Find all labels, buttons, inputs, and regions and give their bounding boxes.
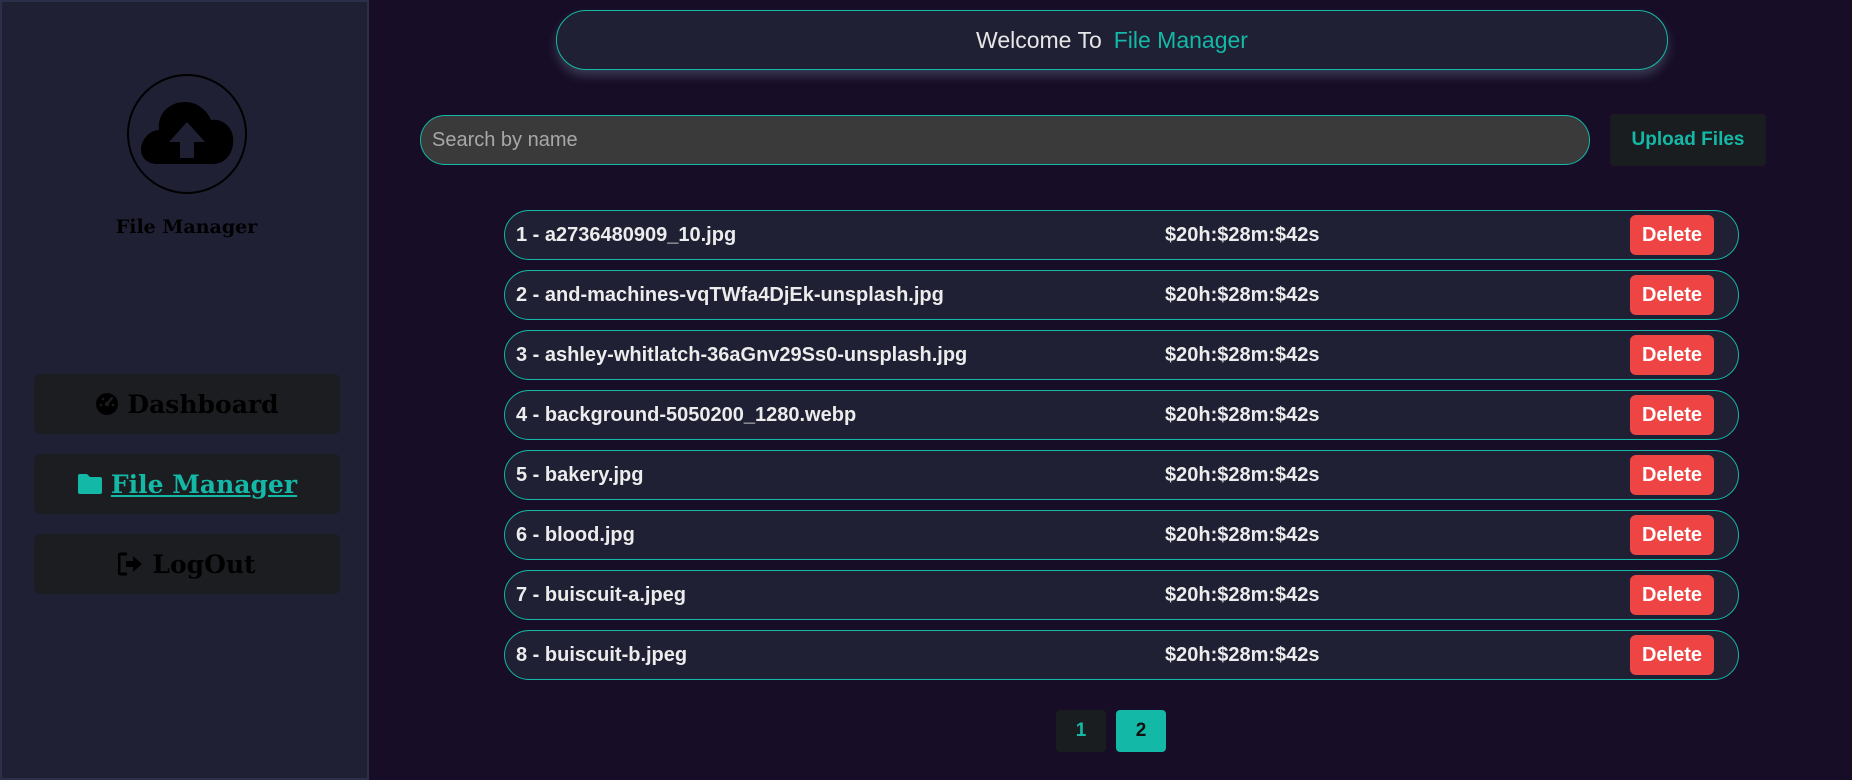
delete-button[interactable]: Delete — [1630, 635, 1714, 675]
logo — [127, 74, 247, 194]
file-name: 5 - bakery.jpg — [516, 464, 644, 486]
header-prefix: Welcome To — [976, 26, 1102, 53]
list-item: 4 - background-5050200_1280.webp $20h:$2… — [504, 390, 1739, 440]
file-name: 7 - buiscuit-a.jpeg — [516, 584, 687, 606]
list-item: 7 - buiscuit-a.jpeg $20h:$28m:$42s Delet… — [504, 570, 1739, 620]
file-time: $20h:$28m:$42s — [1165, 284, 1320, 306]
page-button-2[interactable]: 2 — [1116, 710, 1166, 752]
file-time: $20h:$28m:$42s — [1165, 404, 1320, 426]
file-name: 3 - ashley-whitlatch-36aGnv29Ss0-unsplas… — [516, 344, 968, 366]
file-time: $20h:$28m:$42s — [1165, 464, 1320, 486]
delete-button[interactable]: Delete — [1630, 515, 1714, 555]
file-name: 2 - and-machines-vqTWfa4DjEk-unsplash.jp… — [516, 284, 944, 306]
folder-icon — [77, 473, 103, 495]
sidebar: File Manager Dashboard File Manager LogO… — [0, 0, 369, 780]
upload-files-button[interactable]: Upload Files — [1610, 114, 1766, 166]
sidebar-item-file-manager[interactable]: File Manager — [34, 454, 340, 514]
delete-button[interactable]: Delete — [1630, 455, 1714, 495]
delete-button[interactable]: Delete — [1630, 395, 1714, 435]
list-item: 2 - and-machines-vqTWfa4DjEk-unsplash.jp… — [504, 270, 1739, 320]
list-item: 3 - ashley-whitlatch-36aGnv29Ss0-unsplas… — [504, 330, 1739, 380]
page-button-1[interactable]: 1 — [1056, 710, 1106, 752]
delete-button[interactable]: Delete — [1630, 215, 1714, 255]
sidebar-item-dashboard[interactable]: Dashboard — [34, 374, 340, 434]
logo-title: File Manager — [115, 216, 258, 238]
delete-button[interactable]: Delete — [1630, 275, 1714, 315]
file-time: $20h:$28m:$42s — [1165, 524, 1320, 546]
file-name: 4 - background-5050200_1280.webp — [516, 404, 857, 426]
sidebar-item-label: LogOut — [152, 549, 256, 579]
app-root: File Manager Dashboard File Manager LogO… — [0, 0, 1852, 780]
welcome-header: Welcome To File Manager — [556, 10, 1668, 70]
delete-button[interactable]: Delete — [1630, 575, 1714, 615]
logout-icon — [118, 552, 144, 576]
header-accent: File Manager — [1113, 26, 1248, 53]
sidebar-item-logout[interactable]: LogOut — [34, 534, 340, 594]
file-name: 1 - a2736480909_10.jpg — [516, 224, 737, 246]
list-item: 5 - bakery.jpg $20h:$28m:$42s Delete — [504, 450, 1739, 500]
file-time: $20h:$28m:$42s — [1165, 224, 1320, 246]
file-name: 8 - buiscuit-b.jpeg — [516, 644, 688, 666]
file-time: $20h:$28m:$42s — [1165, 584, 1320, 606]
cloud-upload-icon — [135, 92, 239, 177]
search-input[interactable] — [420, 115, 1590, 165]
file-time: $20h:$28m:$42s — [1165, 644, 1320, 666]
delete-button[interactable]: Delete — [1630, 335, 1714, 375]
sidebar-item-label: File Manager — [110, 469, 298, 499]
file-time: $20h:$28m:$42s — [1165, 344, 1320, 366]
file-name: 6 - blood.jpg — [516, 524, 635, 546]
sidebar-item-label: Dashboard — [127, 389, 279, 419]
list-item: 6 - blood.jpg $20h:$28m:$42s Delete — [504, 510, 1739, 560]
list-item: 1 - a2736480909_10.jpg $20h:$28m:$42s De… — [504, 210, 1739, 260]
list-item: 8 - buiscuit-b.jpeg $20h:$28m:$42s Delet… — [504, 630, 1739, 680]
gauge-icon — [95, 392, 119, 416]
